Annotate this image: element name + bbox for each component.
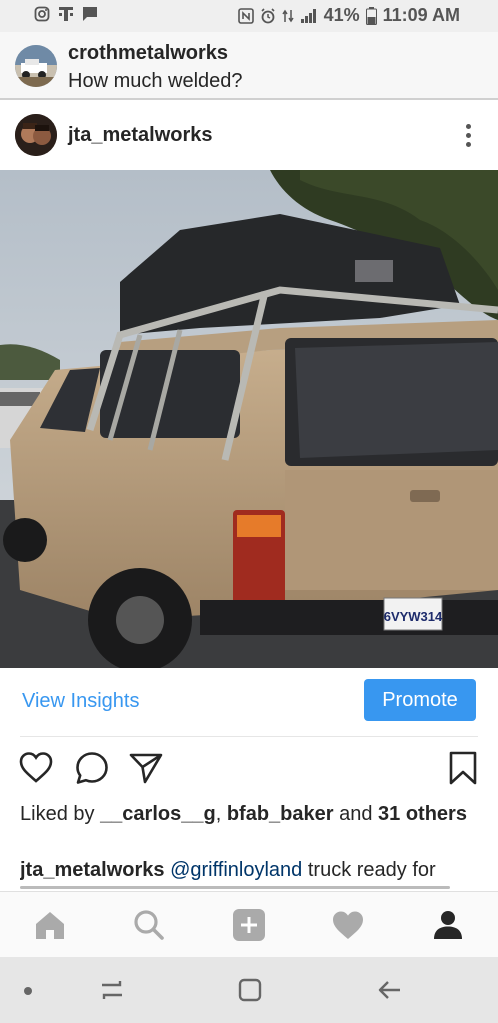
avatar[interactable]	[15, 45, 57, 87]
license-plate: 6VYW314	[384, 609, 443, 624]
send-icon[interactable]	[128, 750, 164, 786]
likes-prefix: Liked by	[20, 803, 101, 825]
clock: 11:09 AM	[382, 5, 460, 25]
signal-icon	[300, 8, 316, 23]
likes-others[interactable]: 31 others	[378, 803, 467, 825]
comment-header: crothmetalworks How much welded?	[0, 32, 498, 100]
comment-username[interactable]: crothmetalworks	[68, 42, 228, 65]
bottom-nav	[0, 891, 498, 957]
search-icon[interactable]	[131, 908, 167, 942]
liker-username[interactable]: __carlos__g	[100, 803, 216, 825]
comment-icon[interactable]	[74, 750, 110, 786]
add-post-icon[interactable]	[231, 908, 267, 942]
avatar-image	[15, 45, 57, 87]
battery-percent: 41%	[323, 5, 360, 25]
system-status: 41% 11:09 AM	[237, 5, 460, 26]
caption-username[interactable]: jta_metalworks	[20, 859, 165, 881]
likes-separator: ,	[215, 803, 227, 825]
post-actions	[0, 750, 498, 790]
home-icon[interactable]	[32, 908, 68, 942]
data-icon	[281, 9, 294, 22]
home-button-icon[interactable]	[237, 977, 263, 1003]
caption: jta_metalworks @griffinloyland truck rea…	[20, 856, 480, 884]
heart-icon[interactable]	[330, 908, 366, 942]
instagram-icon	[34, 6, 50, 22]
caption-text: truck ready for	[302, 859, 436, 881]
profile-icon[interactable]	[430, 908, 466, 942]
caption-mention[interactable]: @griffinloyland	[170, 859, 302, 881]
post-username[interactable]: jta_metalworks	[68, 124, 213, 147]
tmobile-icon	[59, 7, 73, 21]
liker-username[interactable]: bfab_baker	[227, 803, 334, 825]
bookmark-icon[interactable]	[445, 750, 481, 786]
status-bar: 41% 11:09 AM	[0, 0, 498, 32]
post-header: jta_metalworks	[0, 102, 498, 170]
dot-icon[interactable]	[22, 985, 34, 997]
truck-photo: 6VYW314	[0, 170, 498, 668]
likes-line: Liked by __carlos__g, bfab_baker and 31 …	[20, 800, 470, 828]
post-image[interactable]: 6VYW314	[0, 170, 498, 668]
view-insights-link[interactable]: View Insights	[22, 690, 139, 713]
back-icon[interactable]	[376, 977, 404, 1003]
heart-icon[interactable]	[18, 750, 54, 786]
likes-and: and	[333, 803, 379, 825]
nfc-icon	[237, 7, 254, 24]
promote-button[interactable]: Promote	[364, 679, 476, 721]
more-vertical-icon[interactable]	[464, 124, 472, 150]
insights-bar: View Insights Promote	[0, 668, 498, 736]
avatar[interactable]	[15, 114, 57, 156]
divider	[20, 736, 478, 737]
avatar-image	[15, 114, 57, 156]
notification-icons	[34, 6, 98, 22]
battery-icon	[365, 6, 377, 25]
comment-text: How much welded?	[68, 70, 243, 92]
alarm-icon	[261, 7, 275, 23]
message-icon	[83, 7, 97, 21]
recent-apps-icon[interactable]	[98, 977, 126, 1003]
system-nav-bar	[0, 957, 498, 1023]
